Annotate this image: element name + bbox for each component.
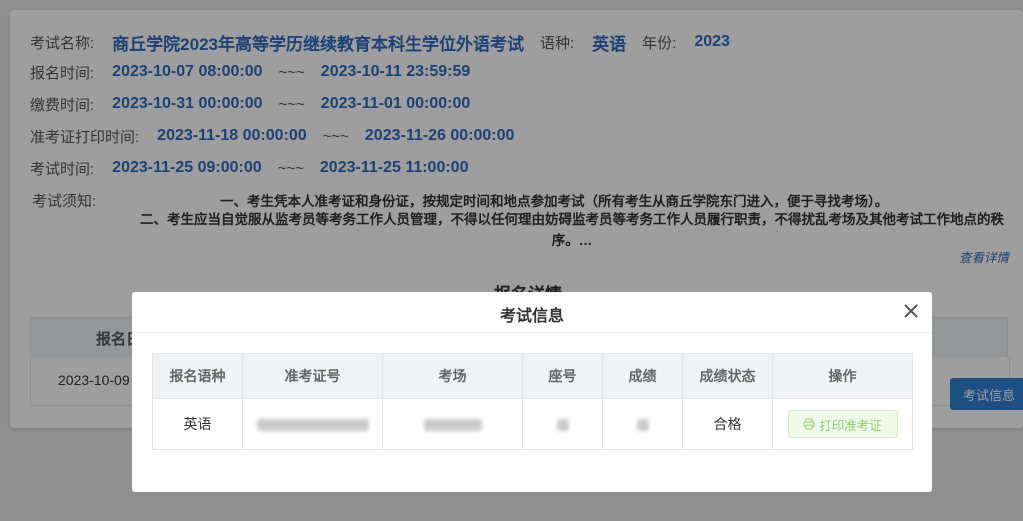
redacted-ticket-no xyxy=(256,419,369,432)
printer-icon xyxy=(803,418,815,430)
seat-cell xyxy=(522,398,603,450)
action-cell: 打印准考证 xyxy=(772,398,913,450)
col-ticket-no: 准考证号 xyxy=(242,353,383,399)
redacted-seat xyxy=(556,419,569,432)
redacted-room xyxy=(423,419,482,432)
table-row: 英语 合格 打印准考证 xyxy=(152,398,913,450)
status-cell: 合格 xyxy=(682,398,773,450)
room-cell xyxy=(382,398,523,450)
col-lang: 报名语种 xyxy=(152,353,243,399)
score-cell xyxy=(602,398,683,450)
lang-cell: 英语 xyxy=(152,398,243,450)
close-icon[interactable] xyxy=(900,300,922,322)
ticket-no-cell xyxy=(242,398,383,450)
modal-header: 考试信息 xyxy=(132,292,932,333)
exam-info-table: 报名语种 准考证号 考场 座号 成绩 成绩状态 操作 英语 合格 打印准考证 xyxy=(152,353,913,450)
col-room: 考场 xyxy=(382,353,523,399)
col-action: 操作 xyxy=(772,353,913,399)
print-ticket-label: 打印准考证 xyxy=(819,418,882,433)
table-header-row: 报名语种 准考证号 考场 座号 成绩 成绩状态 操作 xyxy=(152,353,913,399)
col-seat: 座号 xyxy=(522,353,603,399)
col-score-status: 成绩状态 xyxy=(682,353,773,399)
exam-info-modal: 考试信息 报名语种 准考证号 考场 座号 成绩 成绩状态 操作 英语 合格 打印… xyxy=(132,292,932,492)
redacted-score xyxy=(636,419,649,432)
col-score: 成绩 xyxy=(602,353,683,399)
modal-title: 考试信息 xyxy=(499,308,564,325)
print-ticket-button[interactable]: 打印准考证 xyxy=(787,410,898,438)
